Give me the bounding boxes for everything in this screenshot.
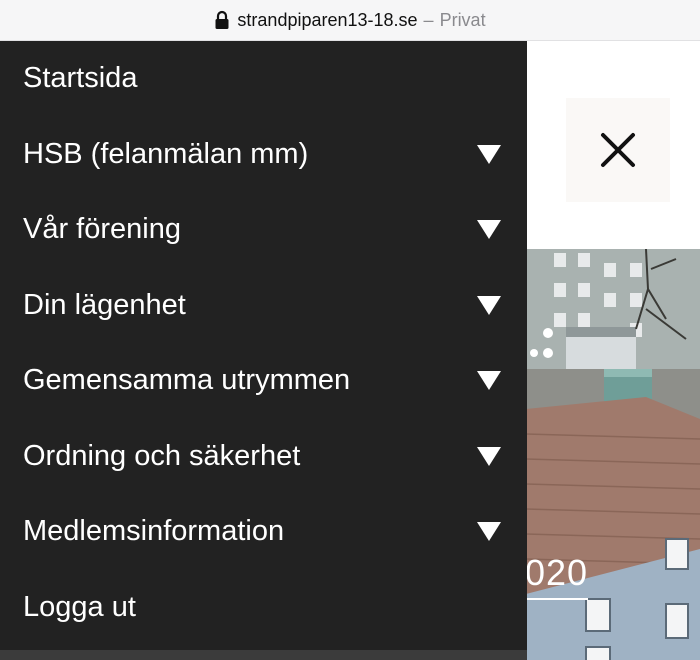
menu-item-var-forening[interactable]: Vår förening (0, 192, 527, 268)
submenu-caret-icon[interactable] (477, 144, 501, 164)
menu-item-label: Medlemsinformation (23, 515, 285, 548)
close-menu-button[interactable] (566, 98, 670, 202)
hero-image: 020 (526, 249, 700, 660)
drawer-footer (0, 650, 527, 660)
menu-item-startsida[interactable]: Startsida (0, 41, 527, 117)
browser-url-bar[interactable]: strandpiparen13-18.se – Privat (0, 0, 700, 41)
close-icon (601, 133, 635, 167)
submenu-caret-icon[interactable] (477, 446, 501, 466)
submenu-caret-icon[interactable] (477, 522, 501, 542)
lock-icon (215, 10, 229, 29)
menu-item-logga-ut[interactable]: Logga ut (0, 570, 527, 646)
menu-item-label: HSB (felanmälan mm) (23, 137, 309, 170)
navigation-drawer: Startsida HSB (felanmälan mm) Vår förening… (0, 41, 527, 660)
url-domain: strandpiparen13-18.se (237, 9, 418, 30)
menu-item-din-lagenhet[interactable]: Din lägenhet (0, 268, 527, 344)
menu-item-gemensamma-utrymmen[interactable]: Gemensamma utrymmen (0, 343, 527, 419)
menu-item-label: Din lägenhet (23, 288, 186, 321)
menu-item-hsb-felanmalan-mm[interactable]: HSB (felanmälan mm) (0, 117, 527, 193)
nav-menu: Startsida HSB (felanmälan mm) Vår förening… (0, 41, 527, 645)
menu-item-label: Logga ut (23, 590, 136, 623)
menu-item-label: Startsida (23, 62, 138, 95)
submenu-caret-icon[interactable] (477, 295, 501, 315)
private-mode-label: Privat (439, 9, 486, 30)
menu-item-label: Gemensamma utrymmen (23, 364, 351, 397)
hero-year-text: 020 (526, 552, 589, 600)
menu-item-label: Vår förening (23, 213, 181, 246)
menu-item-label: Ordning och säkerhet (23, 439, 301, 472)
url-mode-separator: – (423, 9, 434, 30)
menu-item-ordning-och-sakerhet[interactable]: Ordning och säkerhet (0, 419, 527, 495)
submenu-caret-icon[interactable] (477, 371, 501, 391)
menu-item-medlemsinformation[interactable]: Medlemsinformation (0, 494, 527, 570)
submenu-caret-icon[interactable] (477, 220, 501, 240)
